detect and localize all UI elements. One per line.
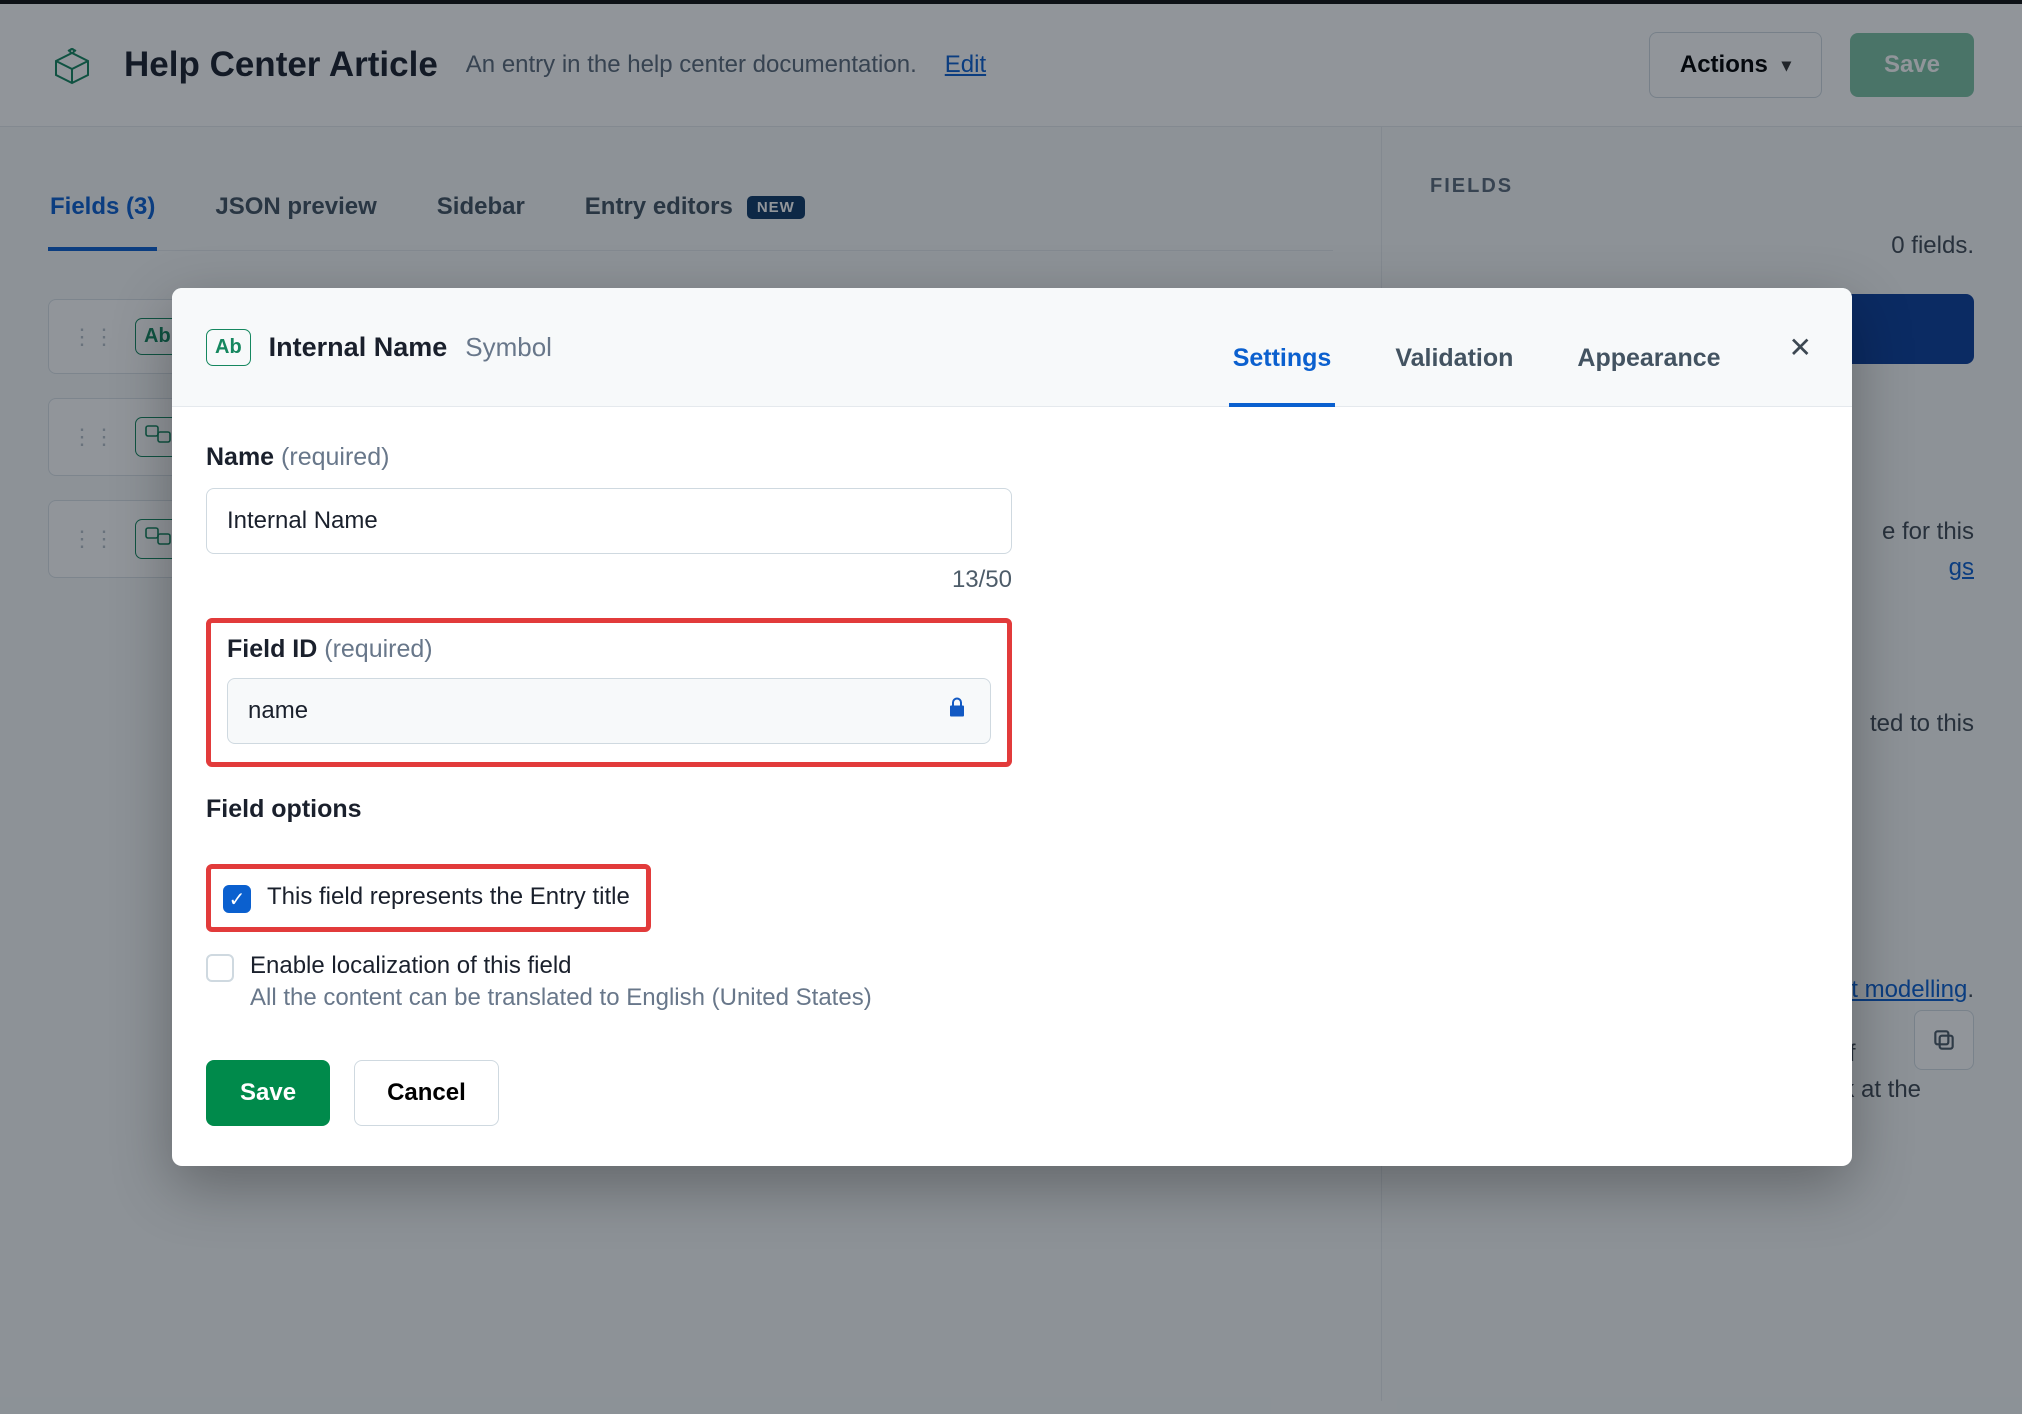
field-id-label: Field ID (required) <box>227 635 433 663</box>
modal-actions: Save Cancel <box>206 1060 1818 1126</box>
field-id-input-wrap <box>227 678 991 744</box>
modal-tab-validation[interactable]: Validation <box>1391 314 1517 407</box>
modal-tab-appearance[interactable]: Appearance <box>1573 314 1724 407</box>
field-id-highlight: Field ID (required) <box>206 618 1012 767</box>
entry-title-checkbox-row: ✓ This field represents the Entry title <box>223 877 630 919</box>
name-field-group: Name (required) 13/50 <box>206 443 1012 594</box>
entry-title-highlight: ✓ This field represents the Entry title <box>206 864 651 932</box>
entry-title-checkbox[interactable]: ✓ <box>223 885 251 913</box>
field-settings-modal: Ab Internal Name Symbol Settings Validat… <box>172 288 1852 1166</box>
cancel-button[interactable]: Cancel <box>354 1060 499 1126</box>
modal-field-type: Symbol <box>465 332 552 363</box>
field-id-input[interactable] <box>227 678 991 744</box>
name-input[interactable] <box>206 488 1012 554</box>
localization-checkbox[interactable] <box>206 954 234 982</box>
modal-tab-settings[interactable]: Settings <box>1229 314 1336 407</box>
modal-body: Name (required) 13/50 Field ID (required… <box>172 407 1852 1166</box>
lock-icon <box>945 696 969 727</box>
save-button[interactable]: Save <box>206 1060 330 1126</box>
localization-help: All the content can be translated to Eng… <box>250 984 872 1012</box>
modal-title: Internal Name <box>269 332 448 363</box>
name-char-count: 13/50 <box>206 566 1012 594</box>
localization-checkbox-row: Enable localization of this field All th… <box>206 946 1818 1018</box>
name-label: Name (required) <box>206 443 389 471</box>
text-field-icon: Ab <box>206 329 251 366</box>
modal-tabs: Settings Validation Appearance <box>1229 314 1725 380</box>
field-options-heading: Field options <box>206 795 1818 824</box>
entry-title-label: This field represents the Entry title <box>267 883 630 911</box>
localization-label: Enable localization of this field <box>250 952 872 980</box>
close-icon[interactable]: ✕ <box>1783 325 1818 370</box>
modal-header: Ab Internal Name Symbol Settings Validat… <box>172 288 1852 407</box>
